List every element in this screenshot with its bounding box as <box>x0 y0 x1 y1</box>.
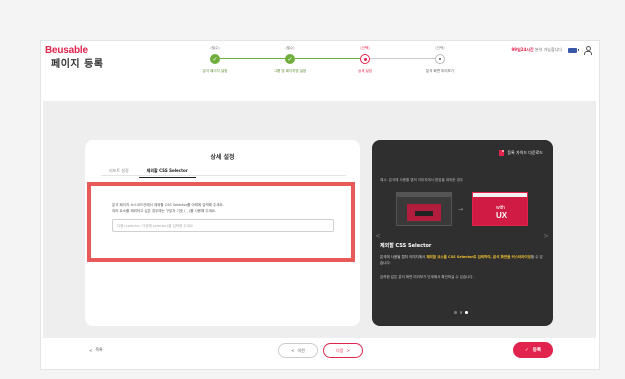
guide-title: 제외할 CSS Selector <box>380 243 432 249</box>
screen-before-image <box>396 192 452 226</box>
example-caption: 예시: 분석에 사용할 캡쳐 이미지에서 팝업을 제외한 경우 <box>380 178 464 182</box>
prev-button[interactable]: < 이전 <box>278 343 318 358</box>
step-num: (필수) <box>285 46 295 50</box>
pdf-icon <box>499 150 505 156</box>
ux-main: UX <box>496 211 508 220</box>
step-label: 분석 화면 미리보기 <box>426 69 454 73</box>
guide-description: 분석에 사용될 캡처 이미지에서 제외할 요소를 CSS Selector로 입… <box>380 254 545 266</box>
next-label: 다음 <box>336 347 344 353</box>
tab-report-settings[interactable]: 리포트 설정 <box>101 165 137 178</box>
guide-download-button[interactable]: 등록 가이드 다운로드 <box>499 150 543 156</box>
step-4[interactable]: (선택) 분석 화면 미리보기 <box>405 46 475 74</box>
step-num: (필수) <box>210 46 220 50</box>
guide-download-label: 등록 가이드 다운로드 <box>507 150 543 155</box>
tab-exclude-css-selector[interactable]: 제외할 CSS Selector <box>138 165 196 178</box>
footer-bar: < 목록 < 이전 다음 > ✓ 등록 <box>85 339 553 363</box>
carousel-next-icon[interactable]: > <box>543 232 549 240</box>
step-label: 상세 설정 <box>358 69 372 73</box>
carousel-dot[interactable] <box>459 311 462 314</box>
list-button[interactable]: < 목록 <box>89 347 103 353</box>
step-num: (선택) <box>435 46 445 50</box>
tab-divider <box>101 175 346 176</box>
check-icon: ✓ <box>524 347 529 353</box>
next-button[interactable]: 다음 > <box>323 343 363 358</box>
selector-description: 분석 페이지 소스코드안에서 제외할 CSS Selector를 아래에 입력해… <box>112 202 224 214</box>
description-line-2: 여러 요소를 제외하고 싶은 경우에는 구분자 기호 ( , )를 사용해 주세… <box>112 209 217 213</box>
guide-desc-pre: 분석에 사용될 캡처 이미지에서 <box>380 255 427 259</box>
example-illustration: → with UX <box>386 190 538 228</box>
register-button[interactable]: ✓ 등록 <box>513 342 553 358</box>
carousel-dot[interactable] <box>454 311 457 314</box>
current-step-icon <box>360 54 370 64</box>
trial-status: 99일24시간 분석 가능합니다 <box>512 47 563 53</box>
check-icon: ✓ <box>285 54 295 64</box>
settings-title: 상세 설정 <box>210 154 235 161</box>
register-label: 등록 <box>532 348 542 353</box>
arrow-right-icon: → <box>458 206 464 213</box>
chevron-left-icon: < <box>291 348 295 353</box>
topbar-right: 99일24시간 분석 가능합니다 <box>512 46 592 55</box>
screen-bar <box>397 193 451 197</box>
ux-graphic: with UX <box>496 205 508 220</box>
css-selector-input[interactable] <box>112 219 334 232</box>
popup-overlay <box>407 204 441 221</box>
step-3[interactable]: (선택) 상세 설정 <box>330 46 400 74</box>
guide-panel: 등록 가이드 다운로드 예시: 분석에 사용할 캡쳐 이미지에서 팝업을 제외한… <box>372 140 553 326</box>
guide-desc-highlight: 제외할 요소를 CSS Selector로 입력하여, 분석 화면을 커스터마이… <box>426 255 531 259</box>
carousel-dot-active[interactable] <box>465 311 468 314</box>
user-icon[interactable] <box>583 46 592 55</box>
step-num: (선택) <box>360 46 370 50</box>
progress-steps: (필수) ✓ 분석 페이지 설정 (필수) ✓ 그룹 및 페이지명 설정 (선택… <box>180 46 465 86</box>
list-label: 목록 <box>95 347 103 352</box>
trial-time: 99일24시간 <box>511 47 534 52</box>
prev-label: 이전 <box>297 347 305 353</box>
guide-description-2: 입력한 값은 분석 화면 미리보기 단계에서 확인하실 수 있습니다. <box>380 275 474 279</box>
carousel-prev-icon[interactable]: < <box>375 232 381 240</box>
css-selector-highlight: 분석 페이지 소스코드안에서 제외할 CSS Selector를 아래에 입력해… <box>87 182 355 262</box>
screen-bar <box>473 193 527 197</box>
carousel-dots <box>454 311 468 314</box>
battery-icon[interactable] <box>568 47 579 53</box>
step-label: 분석 페이지 설정 <box>202 69 228 73</box>
step-2[interactable]: (필수) ✓ 그룹 및 페이지명 설정 <box>255 46 325 74</box>
chevron-right-icon: > <box>346 348 350 353</box>
step-1[interactable]: (필수) ✓ 분석 페이지 설정 <box>180 46 250 74</box>
check-icon: ✓ <box>210 54 220 64</box>
page-title: 페이지 등록 <box>51 59 104 70</box>
trial-suffix: 분석 가능합니다 <box>533 47 562 52</box>
chevron-left-icon: < <box>89 347 93 353</box>
screen-after-image: with UX <box>472 192 528 226</box>
step-label: 그룹 및 페이지명 설정 <box>273 69 307 73</box>
pending-step-icon <box>435 54 445 64</box>
settings-tabs: 리포트 설정 제외할 CSS Selector <box>101 165 196 178</box>
